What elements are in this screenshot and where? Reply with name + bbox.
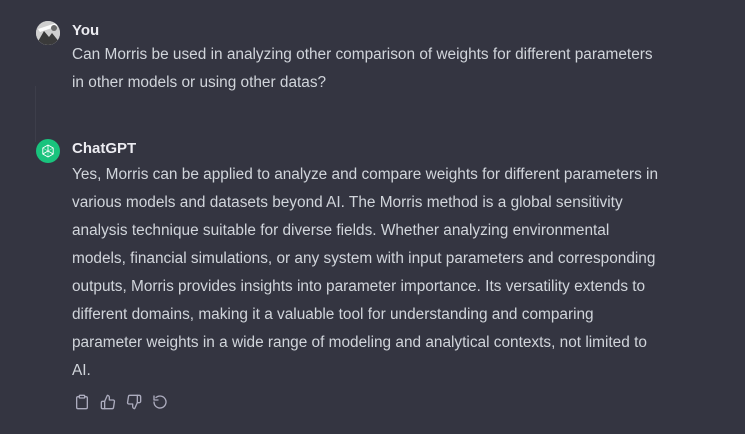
thumbs-up-button[interactable] — [98, 392, 118, 412]
assistant-message-line: different domains, making it a valuable … — [72, 306, 594, 323]
message-actions — [72, 392, 170, 412]
assistant-message-line: outputs, Morris provides insights into p… — [72, 278, 646, 295]
assistant-author-name: ChatGPT — [72, 140, 137, 157]
assistant-message-line: analysis technique suitable for diverse … — [72, 222, 610, 239]
assistant-message-line: models, financial simulations, or any sy… — [72, 250, 656, 267]
copy-button[interactable] — [72, 392, 92, 412]
chatgpt-avatar — [36, 139, 60, 163]
assistant-message-line: various models and datasets beyond AI. T… — [72, 194, 623, 211]
regenerate-icon — [153, 395, 167, 409]
assistant-message-line: AI. — [72, 362, 91, 379]
copy-icon — [76, 394, 88, 410]
thumbs-down-button[interactable] — [124, 392, 144, 412]
user-message-line: Can Morris be used in analyzing other co… — [72, 46, 653, 63]
assistant-message-line: parameter weights in a wide range of mod… — [72, 334, 647, 351]
user-message-line: in other models or using other datas? — [72, 74, 327, 91]
user-author-name: You — [72, 22, 100, 39]
user-message-text: Can Morris be used in analyzing other co… — [72, 41, 712, 97]
user-avatar — [36, 21, 60, 45]
regenerate-button[interactable] — [150, 392, 170, 412]
chat-page: You Can Morris be used in analyzing othe… — [0, 0, 745, 434]
assistant-message-text: Yes, Morris can be applied to analyze an… — [72, 161, 712, 385]
assistant-message-line: Yes, Morris can be applied to analyze an… — [72, 166, 659, 183]
thread-connector — [35, 86, 36, 142]
thumbs-down-icon — [126, 394, 142, 410]
openai-logo-icon — [42, 144, 54, 158]
thumbs-up-icon — [100, 394, 116, 410]
